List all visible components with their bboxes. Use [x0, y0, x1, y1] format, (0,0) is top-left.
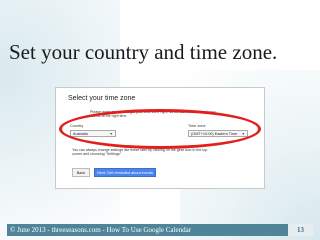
slide-title: Set your country and time zone.: [9, 40, 278, 64]
highlight-oval-annotation: [59, 109, 261, 149]
page-number: 13: [288, 224, 313, 236]
back-button[interactable]: Back: [72, 168, 90, 177]
footer-text: © June 2013 - threeseasons.com - How To …: [10, 226, 192, 234]
dialog-title: Select your time zone: [68, 95, 136, 102]
footer-bar: © June 2013 - threeseasons.com - How To …: [7, 224, 313, 236]
help-text-line-2: corner and choosing "Settings": [72, 152, 122, 156]
next-button[interactable]: Next: Get reminded about events: [94, 168, 156, 177]
